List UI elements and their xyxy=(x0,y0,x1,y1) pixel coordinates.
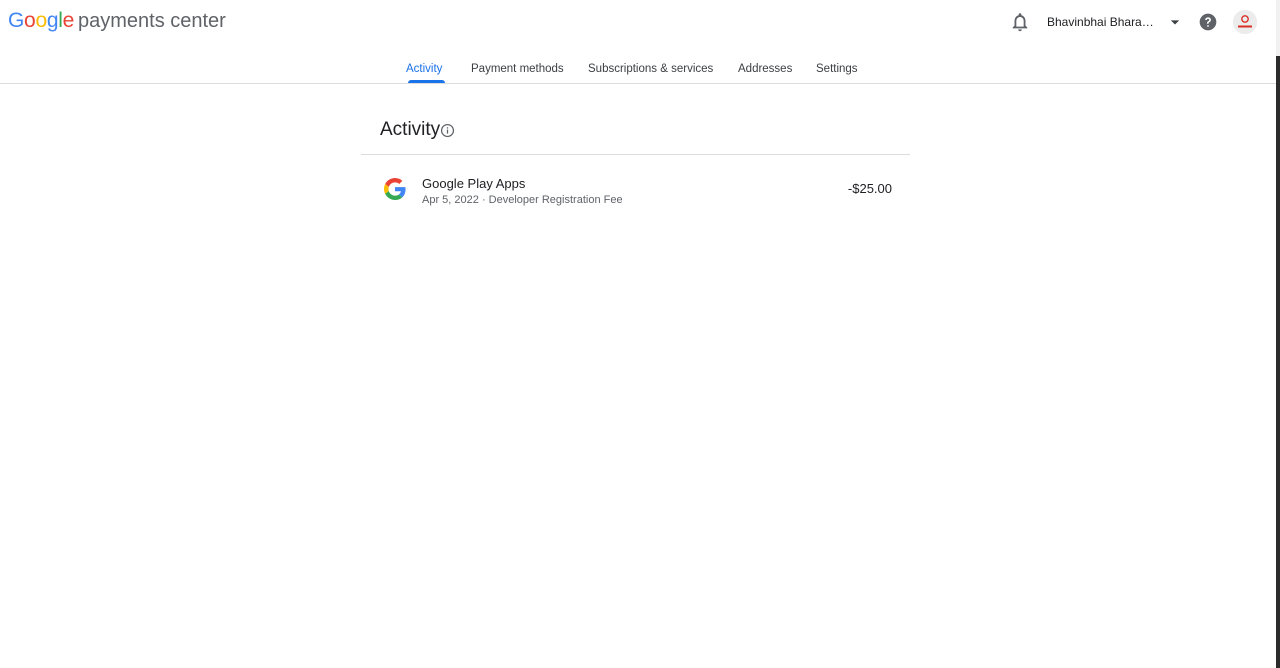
transaction-date: Apr 5, 2022 xyxy=(422,194,479,206)
tab-activity[interactable]: Activity xyxy=(406,63,442,75)
logo-letter: o xyxy=(24,9,36,32)
page-scrollbar[interactable] xyxy=(1276,0,1280,668)
logo-letter: G xyxy=(8,9,25,32)
bell-icon[interactable] xyxy=(1009,11,1031,33)
section-divider xyxy=(361,154,910,155)
tab-addresses[interactable]: Addresses xyxy=(738,63,792,75)
page-title: Activity xyxy=(380,119,441,140)
meta-separator: · xyxy=(481,194,486,206)
top-bar: G o o g l e payments center Bhavinbhai B… xyxy=(0,0,1276,44)
info-icon[interactable] xyxy=(440,123,455,138)
logo-letter: g xyxy=(46,9,59,32)
transaction-amount: -$25.00 xyxy=(847,181,892,196)
tab-payment-methods[interactable]: Payment methods xyxy=(471,63,564,75)
account-name[interactable]: Bhavinbhai Bharatbhai xyxy=(1047,15,1155,29)
tab-subscriptions-services[interactable]: Subscriptions & services xyxy=(588,63,713,75)
tab-settings[interactable]: Settings xyxy=(816,63,858,75)
active-tab-indicator xyxy=(408,80,445,83)
logo-product-name: payments center xyxy=(77,10,226,32)
tab-bar: Activity Payment methods Subscriptions &… xyxy=(0,56,1276,84)
transaction-row[interactable]: Google Play Apps Apr 5, 2022 · Developer… xyxy=(361,165,910,219)
google-payments-center-logo[interactable]: G o o g l e payments center xyxy=(8,9,226,33)
avatar[interactable] xyxy=(1233,10,1257,34)
caret-down-icon[interactable] xyxy=(1165,12,1185,32)
logo-letter: e xyxy=(62,9,75,32)
page: G o o g l e payments center Bhavinbhai B… xyxy=(0,0,1276,668)
transaction-description: Developer Registration Fee xyxy=(488,194,623,206)
scrollbar-thumb[interactable] xyxy=(1276,56,1280,668)
help-circle-icon[interactable] xyxy=(1198,12,1218,32)
transaction-meta: Apr 5, 2022 · Developer Registration Fee xyxy=(422,194,623,206)
google-g-icon xyxy=(384,178,406,200)
logo-letter: o xyxy=(35,9,47,32)
transaction-merchant: Google Play Apps xyxy=(422,176,526,191)
